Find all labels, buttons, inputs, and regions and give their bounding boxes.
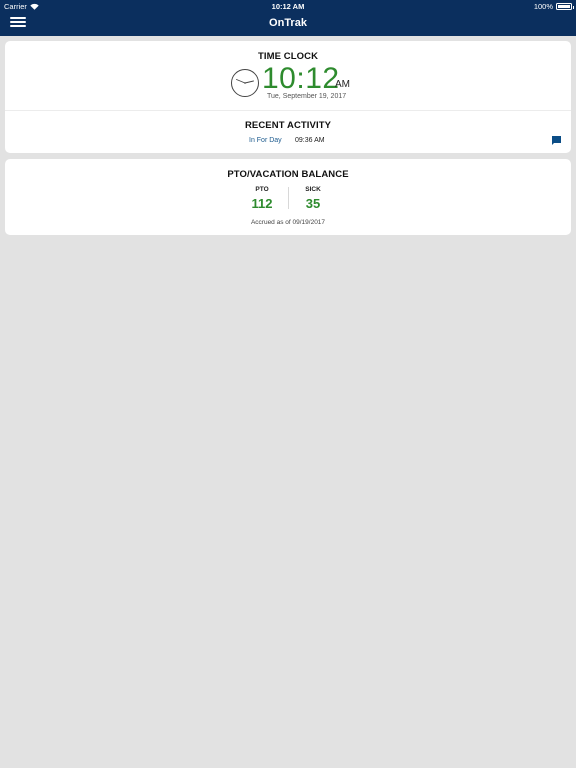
sick-value: 35 xyxy=(305,196,321,211)
activity-type[interactable]: In For Day xyxy=(249,137,282,144)
recent-activity-title: RECENT ACTIVITY xyxy=(244,120,332,131)
pto-balance-title: PTO/VACATION BALANCE xyxy=(227,169,349,180)
battery-icon xyxy=(556,3,574,10)
status-time: 10:12 AM xyxy=(271,2,305,11)
pto-balance-card: PTO/VACATION BALANCE PTO 112 SICK 35 Acc… xyxy=(5,159,571,235)
top-bar: Carrier 10:12 AM 100% OnTrak xyxy=(0,0,576,36)
chat-bubble-icon[interactable] xyxy=(551,135,562,146)
sick-balance: SICK 35 xyxy=(283,186,343,211)
accrued-date: Accrued as of 09/19/2017 xyxy=(250,219,326,226)
sick-label: SICK xyxy=(305,186,321,193)
activity-time: 09:36 AM xyxy=(295,137,325,144)
time-ampm: AM xyxy=(335,79,350,90)
current-date: Tue, September 19, 2017 xyxy=(267,93,347,100)
nav-title: OnTrak xyxy=(269,17,307,29)
battery-percent: 100% xyxy=(533,2,553,11)
time-clock-card: TIME CLOCK 10:12 AM Tue, September 19, 2… xyxy=(5,41,571,153)
status-battery: 100% xyxy=(533,2,574,11)
time-clock-title: TIME CLOCK xyxy=(257,51,319,62)
analog-clock-icon xyxy=(231,69,259,97)
section-divider xyxy=(5,110,571,111)
current-time: 10:12 xyxy=(262,62,340,95)
status-bar: Carrier 10:12 AM 100% xyxy=(0,0,576,12)
